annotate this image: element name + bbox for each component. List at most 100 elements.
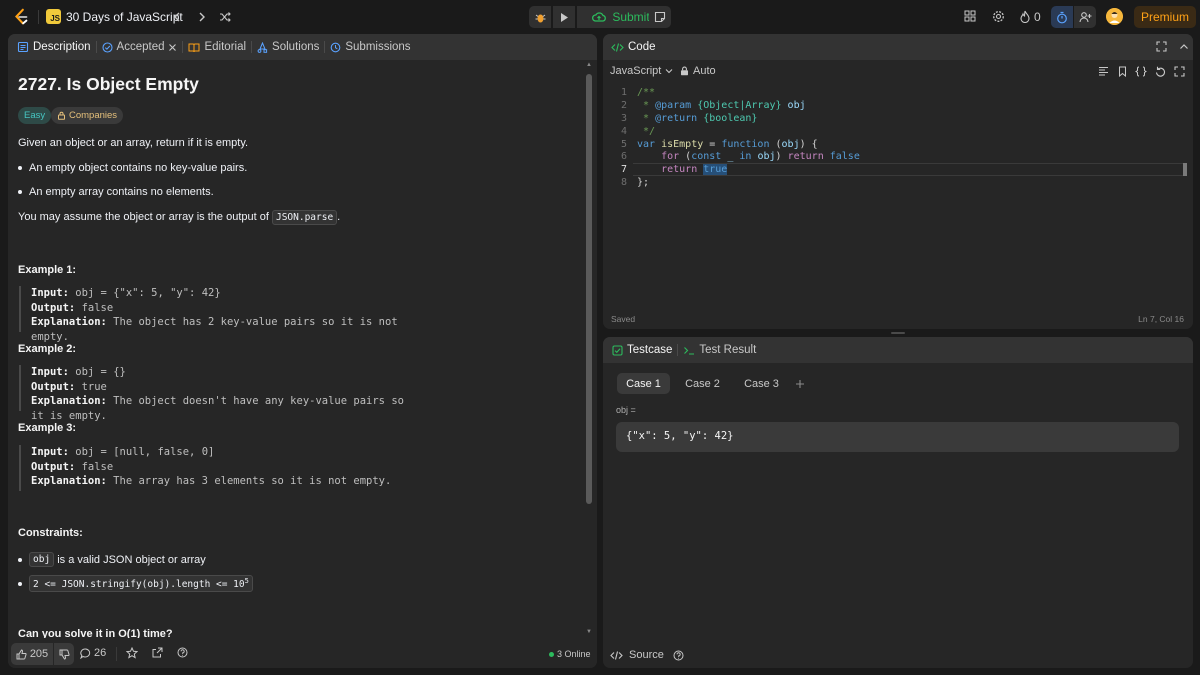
tab-divider — [251, 41, 253, 53]
scroll-up-arrow-icon[interactable]: ▲ — [586, 62, 592, 68]
course-title[interactable]: 30 Days of JavaScript — [66, 10, 183, 24]
leetcode-logo-icon[interactable] — [12, 8, 30, 26]
autocomplete-toggle[interactable]: Auto — [680, 65, 716, 77]
divider — [116, 647, 117, 661]
share-button[interactable] — [152, 647, 163, 658]
timer-button[interactable] — [1051, 6, 1073, 28]
streak-button[interactable] — [1017, 8, 1033, 24]
line-number: 5 — [620, 139, 627, 150]
scrollbar-thumb[interactable] — [586, 74, 592, 504]
save-status: Saved — [611, 314, 636, 324]
problem-title[interactable]: 2727. Is Object Empty — [18, 74, 199, 95]
favorite-button[interactable] — [126, 647, 138, 659]
tab-test-result[interactable]: Test Result — [683, 344, 756, 356]
maximize-icon[interactable] — [1156, 41, 1167, 55]
question-icon[interactable] — [673, 650, 684, 661]
reset-code-button[interactable] — [1153, 64, 1167, 78]
tab-case-1[interactable]: Case 1 — [617, 373, 670, 394]
notes-button[interactable] — [649, 6, 671, 28]
output-value: false — [75, 301, 114, 314]
top-bar: JS 30 Days of JavaScript Submit 0 Premiu… — [0, 0, 1200, 33]
run-button[interactable] — [553, 6, 575, 28]
panel-resize-handle[interactable] — [891, 332, 905, 334]
streak-count: 0 — [1034, 10, 1041, 24]
shuffle-icon — [220, 12, 231, 22]
assumption-suffix: . — [337, 211, 341, 223]
comment-count: 26 — [94, 647, 107, 659]
next-problem-button[interactable] — [193, 8, 211, 26]
input-label: Input: — [31, 366, 69, 378]
example-input: Input: obj = {} — [31, 365, 419, 380]
add-case-button[interactable] — [791, 373, 809, 394]
tab-accepted[interactable]: Accepted — [101, 41, 178, 53]
fullscreen-button[interactable] — [1172, 64, 1186, 78]
source-label: Source — [629, 649, 664, 661]
param-label: obj = — [616, 405, 636, 415]
tab-description[interactable]: Description — [17, 41, 91, 53]
prev-problem-button[interactable] — [168, 8, 186, 26]
close-icon[interactable] — [168, 43, 177, 52]
code-editor[interactable]: 1 2 3 4 5 6 7 8 /** * @param {Object|Arr… — [603, 86, 1193, 306]
format-code-button[interactable] — [1096, 64, 1110, 78]
bookmark-icon — [1118, 66, 1126, 77]
online-status: 3 Online — [549, 649, 591, 659]
js-course-icon: JS — [46, 9, 61, 24]
code-line: return true — [661, 164, 728, 175]
downvote-button[interactable] — [54, 643, 74, 665]
description-tabs: Description Accepted Editorial Solutions… — [8, 34, 597, 60]
comments-button[interactable]: 26 — [80, 647, 106, 659]
add-user-icon — [1078, 12, 1091, 23]
editor-scrollbar[interactable] — [1183, 163, 1187, 176]
input-value: obj = [null, false, 0] — [68, 446, 215, 458]
code-line: for (const _ in obj) return false — [661, 151, 860, 162]
inline-code: JSON.parse — [271, 210, 338, 225]
tab-case-2[interactable]: Case 2 — [676, 373, 729, 394]
companies-badge[interactable]: Companies — [51, 107, 124, 124]
input-value: obj = {"x": 5, "y": 42} — [68, 287, 221, 299]
code-line: * @param {Object|Array} obj — [637, 100, 806, 111]
submit-label: Submit — [612, 10, 650, 24]
test-result-label: Test Result — [699, 344, 757, 356]
bullet-dot — [18, 166, 22, 170]
star-icon — [126, 647, 138, 659]
help-button[interactable] — [177, 647, 188, 658]
lock-icon — [681, 66, 688, 76]
example-output: Output: false — [31, 460, 419, 475]
tab-submissions[interactable]: Submissions — [330, 41, 411, 53]
premium-button[interactable]: Premium — [1134, 6, 1196, 28]
braces-button[interactable] — [1134, 64, 1148, 78]
description-footer: 205 26 3 Online — [8, 638, 597, 668]
tab-code[interactable]: Code — [611, 41, 656, 53]
note-icon — [654, 11, 666, 23]
run-submit-group: Submit — [529, 6, 665, 28]
add-collaborator-button[interactable] — [1074, 6, 1096, 28]
input-label: Input: — [31, 446, 69, 458]
tab-solutions[interactable]: Solutions — [257, 41, 319, 53]
bookmark-button[interactable] — [1115, 64, 1129, 78]
tab-case-3[interactable]: Case 3 — [735, 373, 788, 394]
testcase-input[interactable]: {"x": 5, "y": 42} — [616, 422, 1179, 452]
format-lines-icon — [1098, 67, 1108, 76]
constraints-heading: Constraints: — [18, 527, 83, 539]
random-problem-button[interactable] — [216, 8, 234, 26]
debug-button[interactable] — [529, 6, 551, 28]
line-number: 7 — [620, 164, 627, 175]
language-select[interactable]: JavaScript — [610, 65, 673, 77]
tab-testcase[interactable]: Testcase — [612, 344, 672, 356]
code-icon — [611, 42, 624, 53]
example-input: Input: obj = {"x": 5, "y": 42} — [31, 286, 419, 301]
scroll-down-arrow-icon[interactable]: ▼ — [586, 629, 592, 635]
chevron-up-icon[interactable] — [1179, 41, 1189, 55]
layout-button[interactable] — [962, 8, 978, 24]
output-label: Output: — [31, 301, 76, 314]
constraint-item: obj is a valid JSON object or array — [18, 552, 206, 567]
source-button[interactable]: Source — [610, 649, 684, 661]
exponent: 5 — [244, 577, 249, 585]
settings-button[interactable] — [990, 8, 1006, 24]
tab-editorial[interactable]: Editorial — [188, 41, 246, 53]
user-avatar[interactable] — [1106, 8, 1123, 25]
upvote-button[interactable]: 205 — [11, 643, 53, 665]
inline-code: 2 <= JSON.stringify(obj).length <= 105 — [29, 575, 253, 593]
output-value: false — [75, 460, 114, 473]
input-value: obj = {} — [68, 366, 126, 378]
